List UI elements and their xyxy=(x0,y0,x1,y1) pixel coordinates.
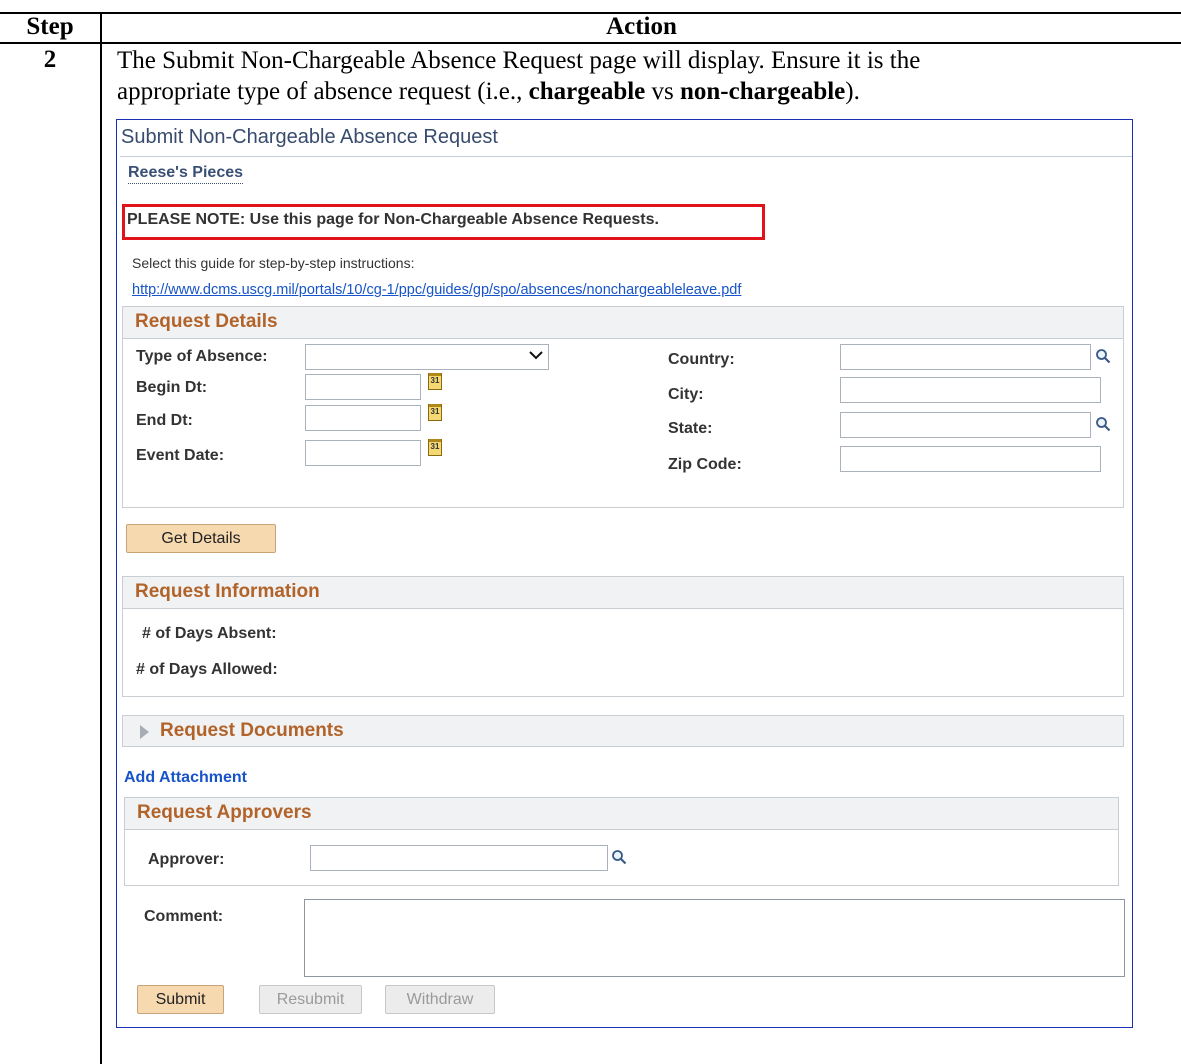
begin-dt-label: Begin Dt: xyxy=(136,379,208,396)
request-details-section: Request Details xyxy=(122,306,1124,508)
action-text-segment: vs xyxy=(645,78,680,105)
withdraw-button[interactable]: Withdraw xyxy=(385,985,495,1014)
guide-link[interactable]: http://www.dcms.uscg.mil/portals/10/cg-1… xyxy=(132,282,741,298)
title-divider xyxy=(120,156,1132,157)
header-action: Action xyxy=(606,13,677,40)
page-note: PLEASE NOTE: Use this page for Non-Charg… xyxy=(127,211,659,228)
state-label: State: xyxy=(668,420,713,437)
get-details-button[interactable]: Get Details xyxy=(126,524,276,553)
zip-code-label: Zip Code: xyxy=(668,456,742,473)
header-row-border xyxy=(0,42,1181,44)
action-line-2: appropriate type of absence request (i.e… xyxy=(117,76,1177,107)
city-label: City: xyxy=(668,386,704,403)
column-divider xyxy=(100,12,102,1064)
guide-instructions: Select this guide for step-by-step instr… xyxy=(132,255,415,271)
comment-textarea[interactable] xyxy=(304,899,1125,977)
add-attachment-link[interactable]: Add Attachment xyxy=(124,769,247,787)
type-of-absence-select[interactable] xyxy=(305,344,549,370)
action-text-segment: appropriate type of absence request (i.e… xyxy=(117,78,529,105)
begin-dt-field[interactable] xyxy=(305,374,421,400)
zip-code-field[interactable] xyxy=(840,446,1101,472)
expand-triangle-icon[interactable] xyxy=(140,725,149,739)
action-line-1: The Submit Non-Chargeable Absence Reques… xyxy=(117,47,921,74)
instruction-table: Step Action 2 The Submit Non-Chargeable … xyxy=(0,0,1181,1064)
absence-request-screenshot: Submit Non-Chargeable Absence Request Re… xyxy=(116,119,1133,1028)
approver-field[interactable] xyxy=(310,845,608,871)
page-title: Submit Non-Chargeable Absence Request xyxy=(121,126,498,148)
search-icon[interactable] xyxy=(1095,416,1111,432)
action-description: The Submit Non-Chargeable Absence Reques… xyxy=(117,45,1177,107)
days-absent-label: # of Days Absent: xyxy=(142,625,277,642)
request-details-header: Request Details xyxy=(123,307,1123,339)
request-documents-title[interactable]: Request Documents xyxy=(160,720,344,742)
step-number: 2 xyxy=(43,46,57,73)
request-details-title: Request Details xyxy=(135,311,278,332)
person-name: Reese's Pieces xyxy=(128,164,244,184)
days-allowed-label: # of Days Allowed: xyxy=(136,661,278,678)
resubmit-button[interactable]: Resubmit xyxy=(259,985,362,1014)
action-bold-non-chargeable: non-chargeable xyxy=(680,78,846,105)
country-field[interactable] xyxy=(840,344,1091,370)
calendar-icon[interactable]: 31 xyxy=(428,404,442,421)
search-icon[interactable] xyxy=(1095,348,1111,364)
request-information-header: Request Information xyxy=(123,577,1123,609)
chevron-down-icon xyxy=(528,348,544,366)
action-bold-chargeable: chargeable xyxy=(528,78,646,105)
request-documents-section[interactable]: Request Documents xyxy=(122,715,1124,747)
request-approvers-title: Request Approvers xyxy=(137,802,312,823)
search-icon[interactable] xyxy=(611,849,627,865)
request-information-title: Request Information xyxy=(135,581,320,602)
calendar-icon[interactable]: 31 xyxy=(428,439,442,456)
state-field[interactable] xyxy=(840,412,1091,438)
submit-button[interactable]: Submit xyxy=(137,985,224,1014)
request-approvers-header: Request Approvers xyxy=(125,798,1118,830)
end-dt-label: End Dt: xyxy=(136,412,193,429)
event-date-label: Event Date: xyxy=(136,447,225,464)
city-field[interactable] xyxy=(840,377,1101,403)
calendar-icon[interactable]: 31 xyxy=(428,373,442,390)
type-of-absence-label: Type of Absence: xyxy=(136,348,268,365)
country-label: Country: xyxy=(668,351,735,368)
header-step: Step xyxy=(26,13,74,40)
end-dt-field[interactable] xyxy=(305,405,421,431)
action-text-segment: ). xyxy=(845,78,860,105)
event-date-field[interactable] xyxy=(305,440,421,466)
comment-label: Comment: xyxy=(144,908,224,925)
request-approvers-section: Request Approvers xyxy=(124,797,1119,886)
approver-label: Approver: xyxy=(148,851,225,868)
